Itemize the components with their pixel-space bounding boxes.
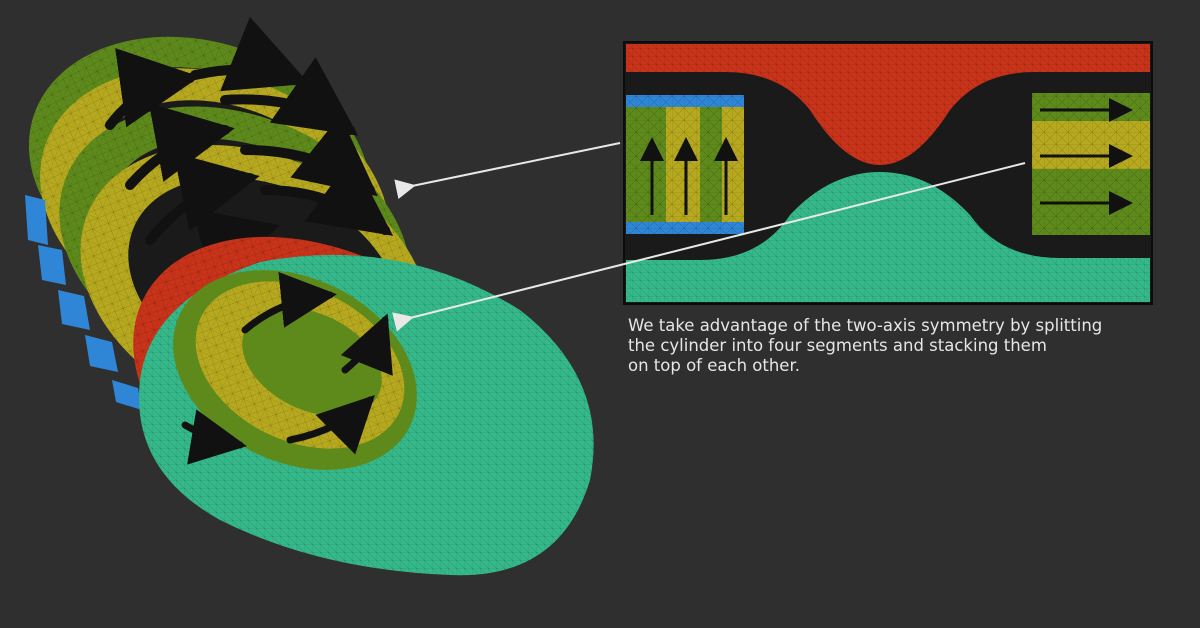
right-segment-block (1032, 93, 1150, 235)
mesh-illustration (25, 16, 1153, 576)
caption-line-1: We take advantage of the two-axis symmet… (628, 316, 1103, 335)
left-segment-block (626, 95, 744, 234)
stacked-cylinder (25, 16, 594, 576)
caption-line-3: on top of each other. (628, 356, 800, 375)
unwrapped-panel (623, 41, 1153, 305)
pointer-arrow-top (394, 142, 621, 200)
caption: We take advantage of the two-axis symmet… (628, 316, 1148, 376)
caption-line-2: the cylinder into four segments and stac… (628, 336, 1047, 355)
